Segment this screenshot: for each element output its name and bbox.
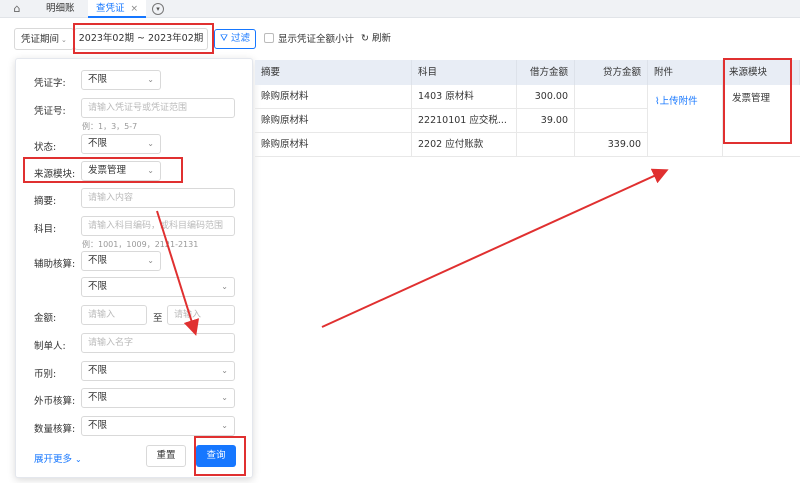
annotation-arrow	[156, 210, 200, 336]
annotation-arrow	[321, 168, 669, 328]
annotation-arrows	[156, 168, 669, 336]
